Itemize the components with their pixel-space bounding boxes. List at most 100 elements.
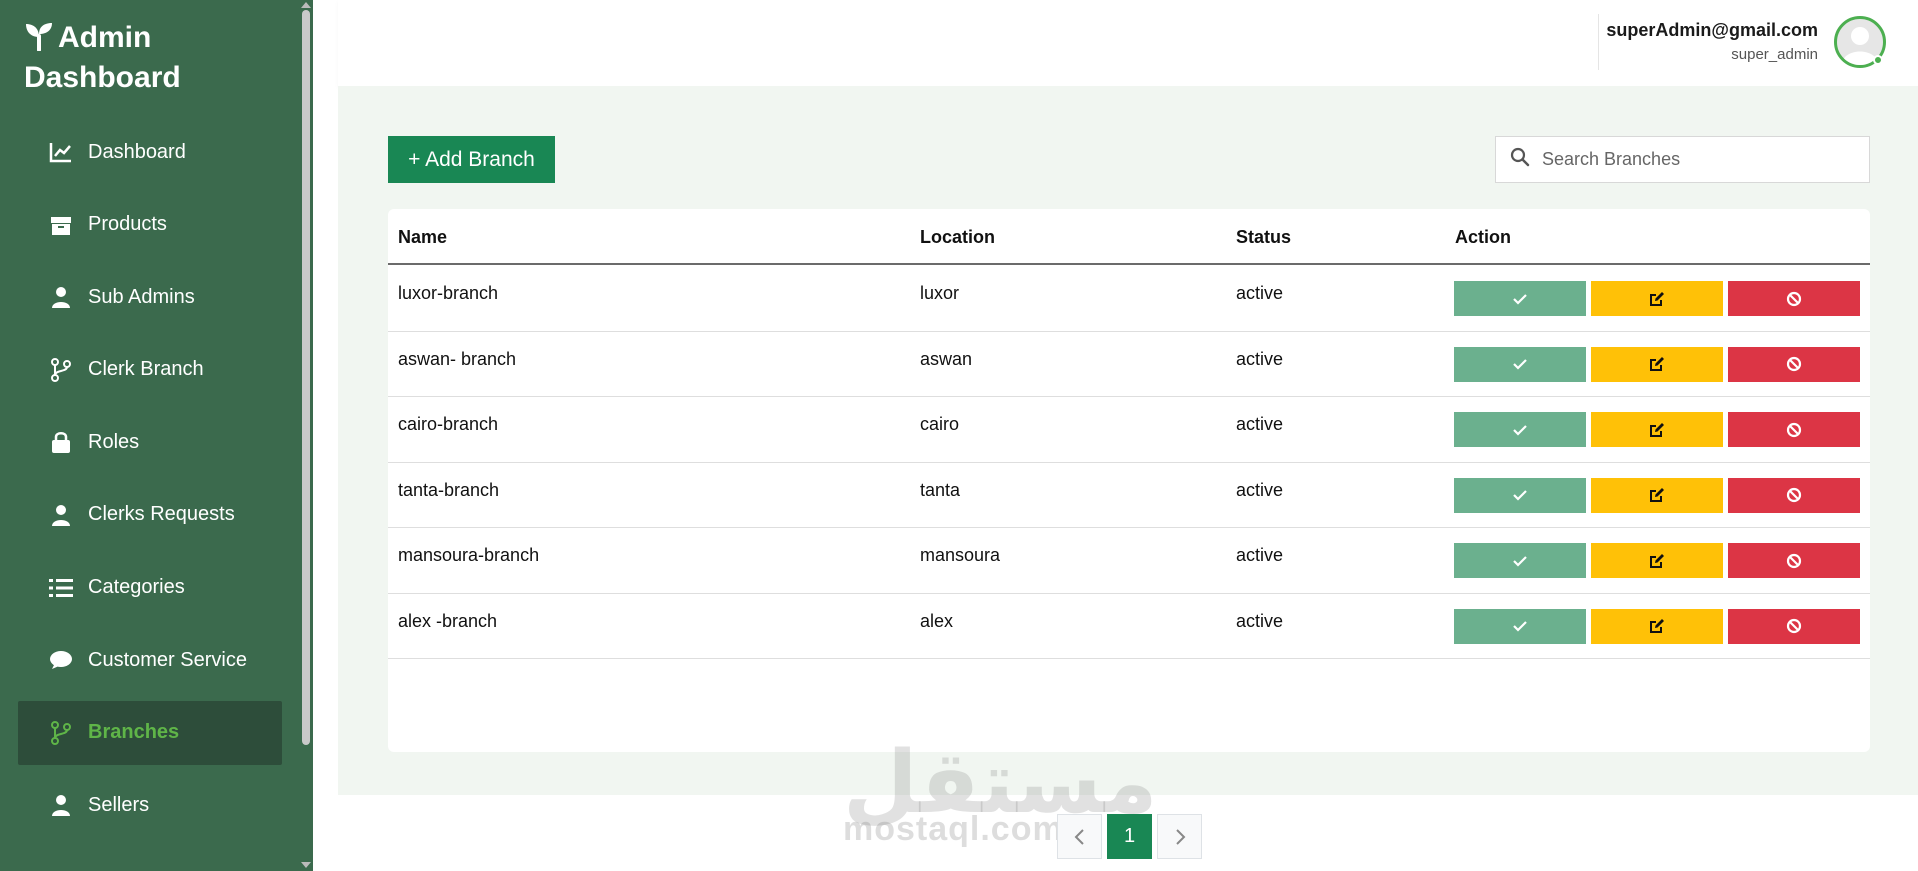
check-icon <box>1513 555 1527 567</box>
user-email: superAdmin@gmail.com <box>1606 20 1818 40</box>
table-row: luxor-branch luxor active <box>388 266 1870 332</box>
approve-button[interactable] <box>1454 412 1586 447</box>
branch-location: cairo <box>920 414 960 434</box>
edit-button[interactable] <box>1591 543 1723 578</box>
branch-location: tanta <box>920 479 961 500</box>
approve-button[interactable] <box>1454 608 1586 644</box>
code-branch-icon <box>48 720 74 746</box>
block-button[interactable] <box>1728 412 1860 447</box>
header-divider <box>1598 14 1599 70</box>
ban-icon <box>1786 487 1802 503</box>
scroll-up-arrow-icon[interactable] <box>301 2 311 8</box>
ban-icon <box>1786 291 1802 306</box>
lock-icon <box>48 429 74 455</box>
branch-location: aswan <box>920 348 973 369</box>
branch-location: alex <box>920 610 954 631</box>
approve-button[interactable] <box>1454 346 1586 382</box>
sidebar-item-products[interactable]: Products <box>18 193 282 257</box>
search-box[interactable] <box>1495 136 1870 183</box>
check-icon <box>1513 424 1527 436</box>
edit-button[interactable] <box>1591 281 1723 316</box>
sidebar-item-roles[interactable]: Roles <box>18 410 282 474</box>
sidebar-item-label: Dashboard <box>88 140 186 163</box>
check-icon <box>1513 621 1527 632</box>
search-icon <box>1510 147 1530 172</box>
branch-status: active <box>1236 479 1284 500</box>
sidebar-item-label: Roles <box>88 430 140 453</box>
edit-icon <box>1650 488 1664 502</box>
sidebar-item-sellers[interactable]: Sellers <box>18 773 282 837</box>
column-header-status[interactable]: Status <box>1236 227 1291 248</box>
sidebar-item-categories[interactable]: Categories <box>18 556 282 620</box>
leaf-logo-icon <box>24 21 58 60</box>
branch-status: active <box>1236 414 1284 434</box>
sidebar-nav: Dashboard Products Sub Admins Clerk Bran… <box>18 120 282 846</box>
sidebar-item-label: Sellers <box>88 793 150 816</box>
sidebar-item-clerks-requests[interactable]: Clerks Requests <box>18 483 282 547</box>
branch-location: luxor <box>920 283 960 303</box>
column-header-name[interactable]: Name <box>398 227 447 248</box>
ban-icon <box>1786 618 1802 634</box>
online-status-dot <box>1873 55 1883 65</box>
scroll-down-arrow-icon[interactable] <box>301 862 311 868</box>
chevron-right-icon <box>1175 828 1185 845</box>
search-input[interactable] <box>1542 149 1842 170</box>
branches-table: Name Location Status Action luxor-branch… <box>388 209 1870 752</box>
branch-name: mansoura-branch <box>398 545 540 565</box>
block-button[interactable] <box>1728 477 1860 513</box>
check-icon <box>1513 359 1527 370</box>
table-row: cairo-branch cairo active <box>388 397 1870 463</box>
sidebar-item-label: Sub Admins <box>88 285 195 308</box>
approve-button[interactable] <box>1454 477 1586 513</box>
sidebar-item-sub-admins[interactable]: Sub Admins <box>18 265 282 329</box>
user-icon <box>48 284 74 310</box>
brand[interactable]: Admin Dashboard <box>24 20 181 96</box>
list-icon <box>48 575 74 601</box>
code-branch-icon <box>48 357 74 383</box>
edit-button[interactable] <box>1591 346 1723 382</box>
sidebar-scroll-thumb[interactable] <box>302 10 310 745</box>
check-icon <box>1513 293 1527 305</box>
edit-icon <box>1650 291 1664 306</box>
pagination-page-1[interactable]: 1 <box>1107 814 1152 859</box>
edit-button[interactable] <box>1591 412 1723 447</box>
sidebar-item-branches[interactable]: Branches <box>18 700 282 765</box>
brand-title-line2: Dashboard <box>24 61 181 94</box>
ban-icon <box>1786 356 1802 372</box>
pagination-next-button[interactable] <box>1157 814 1202 859</box>
brand-title-line1: Admin <box>58 21 152 54</box>
table-row: alex -branch alex active <box>388 594 1870 659</box>
edit-icon <box>1650 553 1664 568</box>
sidebar-item-customer-service[interactable]: Customer Service <box>18 628 282 692</box>
approve-button[interactable] <box>1454 281 1586 316</box>
branch-status: active <box>1236 610 1284 631</box>
table-header: Name Location Status Action <box>388 209 1870 265</box>
sidebar-item-clerk-branch[interactable]: Clerk Branch <box>18 338 282 402</box>
edit-button[interactable] <box>1591 608 1723 644</box>
block-button[interactable] <box>1728 281 1860 316</box>
sidebar-item-label: Clerks Requests <box>88 503 235 526</box>
check-icon <box>1513 490 1527 501</box>
sidebar-item-label: Branches <box>88 721 180 744</box>
branch-name: cairo-branch <box>398 414 499 434</box>
approve-button[interactable] <box>1454 543 1586 578</box>
table-row: aswan- branch aswan active <box>388 332 1870 397</box>
chart-line-icon <box>48 139 74 165</box>
sidebar-item-dashboard[interactable]: Dashboard <box>18 120 282 184</box>
block-button[interactable] <box>1728 346 1860 382</box>
comment-icon <box>48 647 74 673</box>
branch-name: tanta-branch <box>398 479 500 500</box>
branch-name: aswan- branch <box>398 348 517 369</box>
watermark-latin: mostaql.com <box>843 810 1064 848</box>
block-button[interactable] <box>1728 543 1860 578</box>
add-branch-button[interactable]: + Add Branch <box>388 136 555 183</box>
block-button[interactable] <box>1728 608 1860 644</box>
pagination-prev-button[interactable] <box>1057 814 1102 859</box>
edit-icon <box>1650 619 1664 633</box>
sidebar-item-label: Clerk Branch <box>88 358 204 381</box>
branch-name: luxor-branch <box>398 283 499 303</box>
sidebar-item-label: Categories <box>88 576 185 599</box>
branch-location: mansoura <box>920 545 1001 565</box>
edit-button[interactable] <box>1591 477 1723 513</box>
column-header-location[interactable]: Location <box>920 227 995 248</box>
